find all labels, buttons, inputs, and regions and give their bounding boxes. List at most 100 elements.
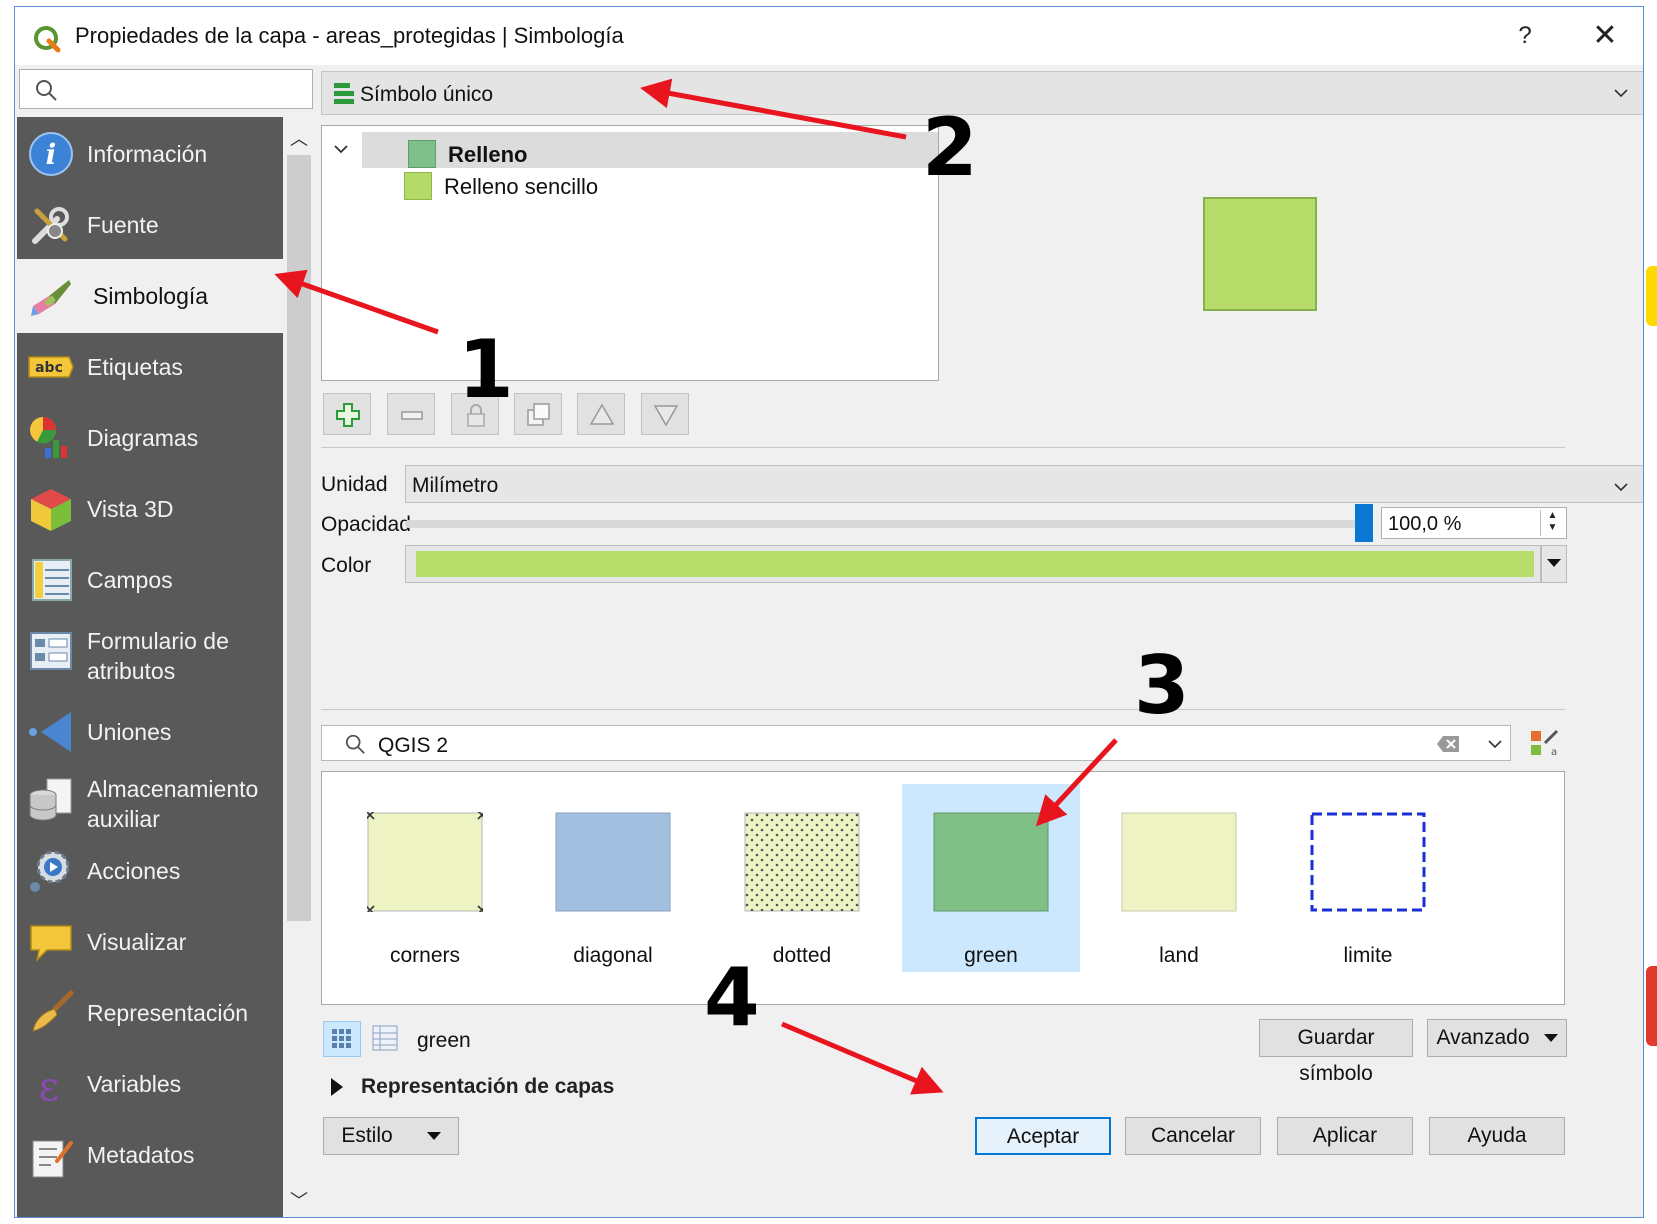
help-button[interactable]: Ayuda (1429, 1117, 1565, 1155)
chevron-down-icon (1614, 483, 1628, 492)
help-title-button[interactable]: ? (1495, 19, 1555, 53)
icon-view-button[interactable] (323, 1021, 361, 1057)
style-manager-icon[interactable]: a (1529, 727, 1559, 759)
renderer-type-select[interactable]: Símbolo único (321, 71, 1643, 115)
library-symbol-land[interactable]: land (1090, 784, 1268, 972)
move-down-button[interactable] (641, 393, 689, 435)
symbol-tree-root-label: Relleno (448, 142, 528, 167)
opacity-slider[interactable] (405, 520, 1365, 528)
sidebar-item-visualizar[interactable]: Visualizar (17, 905, 283, 979)
move-up-button[interactable] (577, 393, 625, 435)
clear-icon[interactable] (1436, 735, 1460, 753)
chevron-down-icon (1614, 89, 1628, 98)
library-symbol-dotted[interactable]: dotted (713, 784, 891, 972)
search-icon (36, 80, 57, 101)
sidebar-item-etiquetas[interactable]: abc Etiquetas (17, 330, 283, 404)
sidebar-item-label: Variables (87, 1071, 182, 1097)
annotation-number-1: 1 (458, 323, 514, 416)
brush-icon (32, 990, 74, 1032)
sidebar-item-label: Diagramas (87, 425, 199, 451)
list-view-button[interactable] (367, 1021, 405, 1057)
library-symbol-corners[interactable]: corners (336, 784, 514, 972)
duplicate-symbol-layer-button[interactable] (514, 393, 562, 435)
library-symbol-green[interactable]: green (902, 784, 1080, 972)
remove-symbol-layer-button[interactable] (387, 393, 435, 435)
sidebar-item-fuente[interactable]: Fuente (17, 188, 283, 262)
fields-table-icon (32, 559, 72, 601)
sidebar-item-informacion[interactable]: i Información (17, 117, 283, 191)
join-icon (29, 712, 71, 752)
svg-text:a: a (1551, 747, 1557, 758)
sidebar-item-vista-3d[interactable]: Vista 3D (17, 472, 283, 546)
symbol-name: corners (389, 944, 461, 967)
sidebar-item-metadatos[interactable]: Metadatos (17, 1118, 283, 1192)
info-icon: i (29, 132, 73, 176)
sidebar-item-label: Simbología (93, 283, 209, 309)
sidebar-item-representacion[interactable]: Representación (17, 976, 283, 1050)
sidebar-item-acciones[interactable]: Acciones (17, 834, 283, 908)
sidebar-item-formulario[interactable]: Formulario de atributos (17, 614, 283, 698)
ok-button[interactable]: Aceptar (975, 1117, 1111, 1155)
sidebar-item-label: Visualizar (87, 929, 187, 955)
cancel-button[interactable]: Cancelar (1125, 1117, 1261, 1155)
unit-select[interactable]: Milímetro (405, 465, 1643, 503)
annotation-number-2: 2 (922, 101, 978, 194)
simple-fill-swatch[interactable] (404, 172, 432, 200)
selected-symbol-name: green (417, 1029, 471, 1052)
cube-icon (31, 489, 71, 531)
style-button[interactable]: Estilo (323, 1117, 459, 1155)
symbol-thumbnail (367, 812, 483, 912)
window-title: Propiedades de la capa - areas_protegida… (75, 23, 624, 48)
library-symbol-limite[interactable]: limite (1279, 784, 1457, 972)
arrow-up-icon (589, 403, 615, 425)
speech-bubble-icon (30, 925, 72, 963)
add-symbol-layer-button[interactable] (323, 393, 371, 435)
library-filter-value: QGIS 2 (378, 734, 449, 757)
apply-button[interactable]: Aplicar (1277, 1117, 1413, 1155)
close-button[interactable]: ✕ (1575, 17, 1635, 55)
metadata-icon (32, 1140, 73, 1178)
color-swatch (416, 551, 1534, 577)
caret-down-icon (1543, 1034, 1558, 1043)
sidebar-item-diagramas[interactable]: Diagramas (17, 401, 283, 475)
opacity-label: Opacidad (321, 513, 411, 536)
spin-arrows-icon[interactable]: ▲ ▼ (1540, 510, 1564, 536)
fill-swatch (408, 140, 436, 168)
actions-gear-icon (30, 850, 70, 892)
symbol-thumbnail (933, 812, 1049, 912)
annotation-number-3: 3 (1134, 639, 1190, 732)
symbol-tree-child-label[interactable]: Relleno sencillo (444, 174, 598, 200)
library-symbol-diagonal[interactable]: diagonal (524, 784, 702, 972)
sidebar-scrollbar-thumb[interactable] (287, 155, 311, 921)
sidebar-item-label: Metadatos (87, 1142, 195, 1168)
color-button[interactable] (405, 545, 1541, 583)
caret-down-icon (1547, 559, 1561, 567)
duplicate-icon (527, 403, 550, 426)
sidebar-item-uniones[interactable]: Uniones (17, 695, 283, 769)
sidebar-item-label: Formulario de atributos (87, 628, 229, 684)
abc-label-icon: abc (28, 356, 74, 378)
opacity-spinbox[interactable]: 100,0 % ▲ ▼ (1381, 507, 1567, 539)
sidebar-item-label: Representación (87, 1000, 249, 1026)
renderer-type-label: Símbolo único (360, 83, 494, 106)
layer-rendering-section[interactable]: Representación de capas (331, 1075, 614, 1099)
sidebar-item-variables[interactable]: ε Variables (17, 1047, 283, 1121)
sidebar-item-simbologia[interactable]: Simbología (17, 259, 283, 333)
scroll-down-icon[interactable]: ﹀ (287, 1187, 311, 1211)
sidebar-item-campos[interactable]: Campos (17, 543, 283, 617)
sidebar-search-input[interactable] (19, 69, 313, 109)
color-menu-button[interactable] (1541, 545, 1567, 583)
chevron-down-icon[interactable] (1486, 735, 1504, 753)
symbol-library-filter[interactable]: QGIS 2 (321, 725, 1511, 761)
save-symbol-button[interactable]: Guardar símbolo (1259, 1019, 1413, 1085)
symbol-tree-root-row[interactable]: Relleno (362, 132, 938, 168)
symbol-thumbnail (555, 812, 671, 912)
scroll-up-icon[interactable]: ︿ (287, 125, 311, 149)
symbol-layer-tree: Relleno Relleno sencillo (321, 125, 939, 381)
expand-triangle-icon (331, 1078, 343, 1097)
symbol-library-grid: corners diagonal dotted green land limit… (321, 771, 1565, 1005)
opacity-slider-handle[interactable] (1355, 504, 1373, 542)
symbol-name: land (1159, 944, 1199, 967)
chevron-down-icon[interactable] (332, 140, 350, 158)
advanced-button[interactable]: Avanzado (1427, 1019, 1567, 1057)
